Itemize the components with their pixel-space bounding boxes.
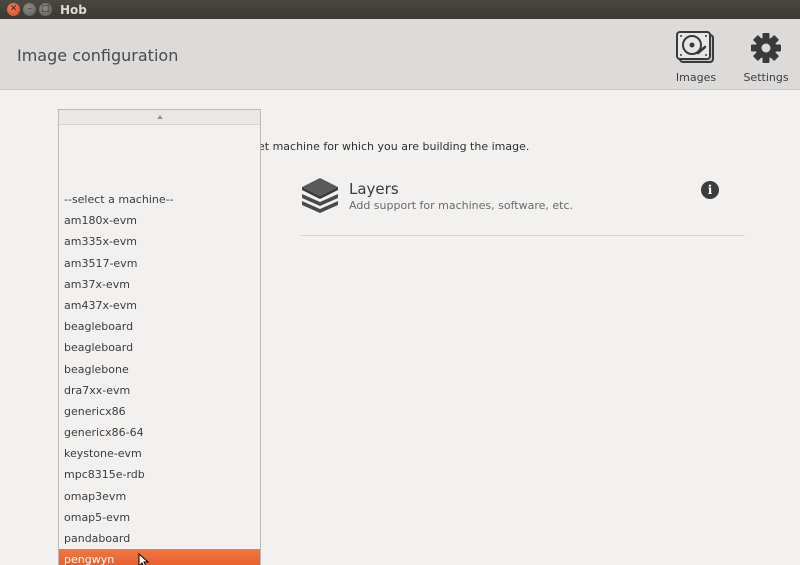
machine-menu-item[interactable]: keystone-evm	[59, 443, 260, 464]
machine-menu-item[interactable]: --select a machine--	[59, 189, 260, 210]
maximize-icon: □	[41, 4, 50, 14]
machine-menu-item[interactable]: omap5-evm	[59, 507, 260, 528]
machine-menu-item[interactable]: beaglebone	[59, 359, 260, 380]
page-title: Image configuration	[17, 46, 179, 65]
machine-menu-item[interactable]: genericx86-64	[59, 422, 260, 443]
close-window-button[interactable]: ✕	[7, 3, 20, 16]
hard-disk-icon	[676, 31, 714, 63]
close-icon: ✕	[9, 4, 18, 14]
header-bar: Image configuration Images Settings	[0, 19, 800, 90]
machine-dropdown-menu[interactable]: --select a machine-- am180x-evm am335x-evm…	[58, 109, 261, 565]
minimize-icon: –	[27, 4, 32, 14]
layers-description: Add support for machines, software, etc.	[349, 199, 573, 212]
machine-menu-item[interactable]: beagleboard	[59, 316, 260, 337]
images-label: Images	[675, 71, 717, 84]
machine-menu-item[interactable]: mpc8315e-rdb	[59, 464, 260, 485]
machine-menu-item[interactable]: pandaboard	[59, 528, 260, 549]
machine-menu-item[interactable]: am37x-evm	[59, 274, 260, 295]
machine-menu-item[interactable]: pengwyn	[59, 549, 260, 565]
mouse-cursor-icon	[138, 553, 150, 565]
window-title: Hob	[60, 2, 87, 17]
minimize-window-button[interactable]: –	[23, 3, 36, 16]
machine-menu-list: --select a machine-- am180x-evm am335x-evm…	[59, 189, 260, 565]
settings-button[interactable]: Settings	[741, 31, 791, 84]
machine-instruction-text: et machine for which you are building th…	[258, 140, 530, 153]
window-titlebar: ✕ – □ Hob	[0, 0, 800, 19]
machine-menu-item[interactable]: am3517-evm	[59, 253, 260, 274]
gear-icon	[751, 33, 781, 63]
machine-menu-item[interactable]: am180x-evm	[59, 210, 260, 231]
scroll-up-arrow[interactable]	[59, 110, 260, 125]
layers-link[interactable]: Layers	[349, 180, 399, 198]
machine-menu-item[interactable]: dra7xx-evm	[59, 380, 260, 401]
layers-section: Layers Add support for machines, softwar…	[300, 176, 745, 236]
machine-menu-item[interactable]: genericx86	[59, 401, 260, 422]
machine-menu-item[interactable]: am437x-evm	[59, 295, 260, 316]
info-icon[interactable]: i	[701, 181, 719, 199]
up-arrow-icon	[156, 115, 163, 119]
maximize-window-button[interactable]: □	[39, 3, 52, 16]
layers-icon[interactable]	[300, 176, 340, 216]
machine-menu-item[interactable]: beagleboard	[59, 337, 260, 358]
machine-menu-item[interactable]: am335x-evm	[59, 231, 260, 252]
machine-menu-item[interactable]: omap3evm	[59, 486, 260, 507]
settings-label: Settings	[743, 71, 789, 84]
images-button[interactable]: Images	[672, 31, 720, 84]
